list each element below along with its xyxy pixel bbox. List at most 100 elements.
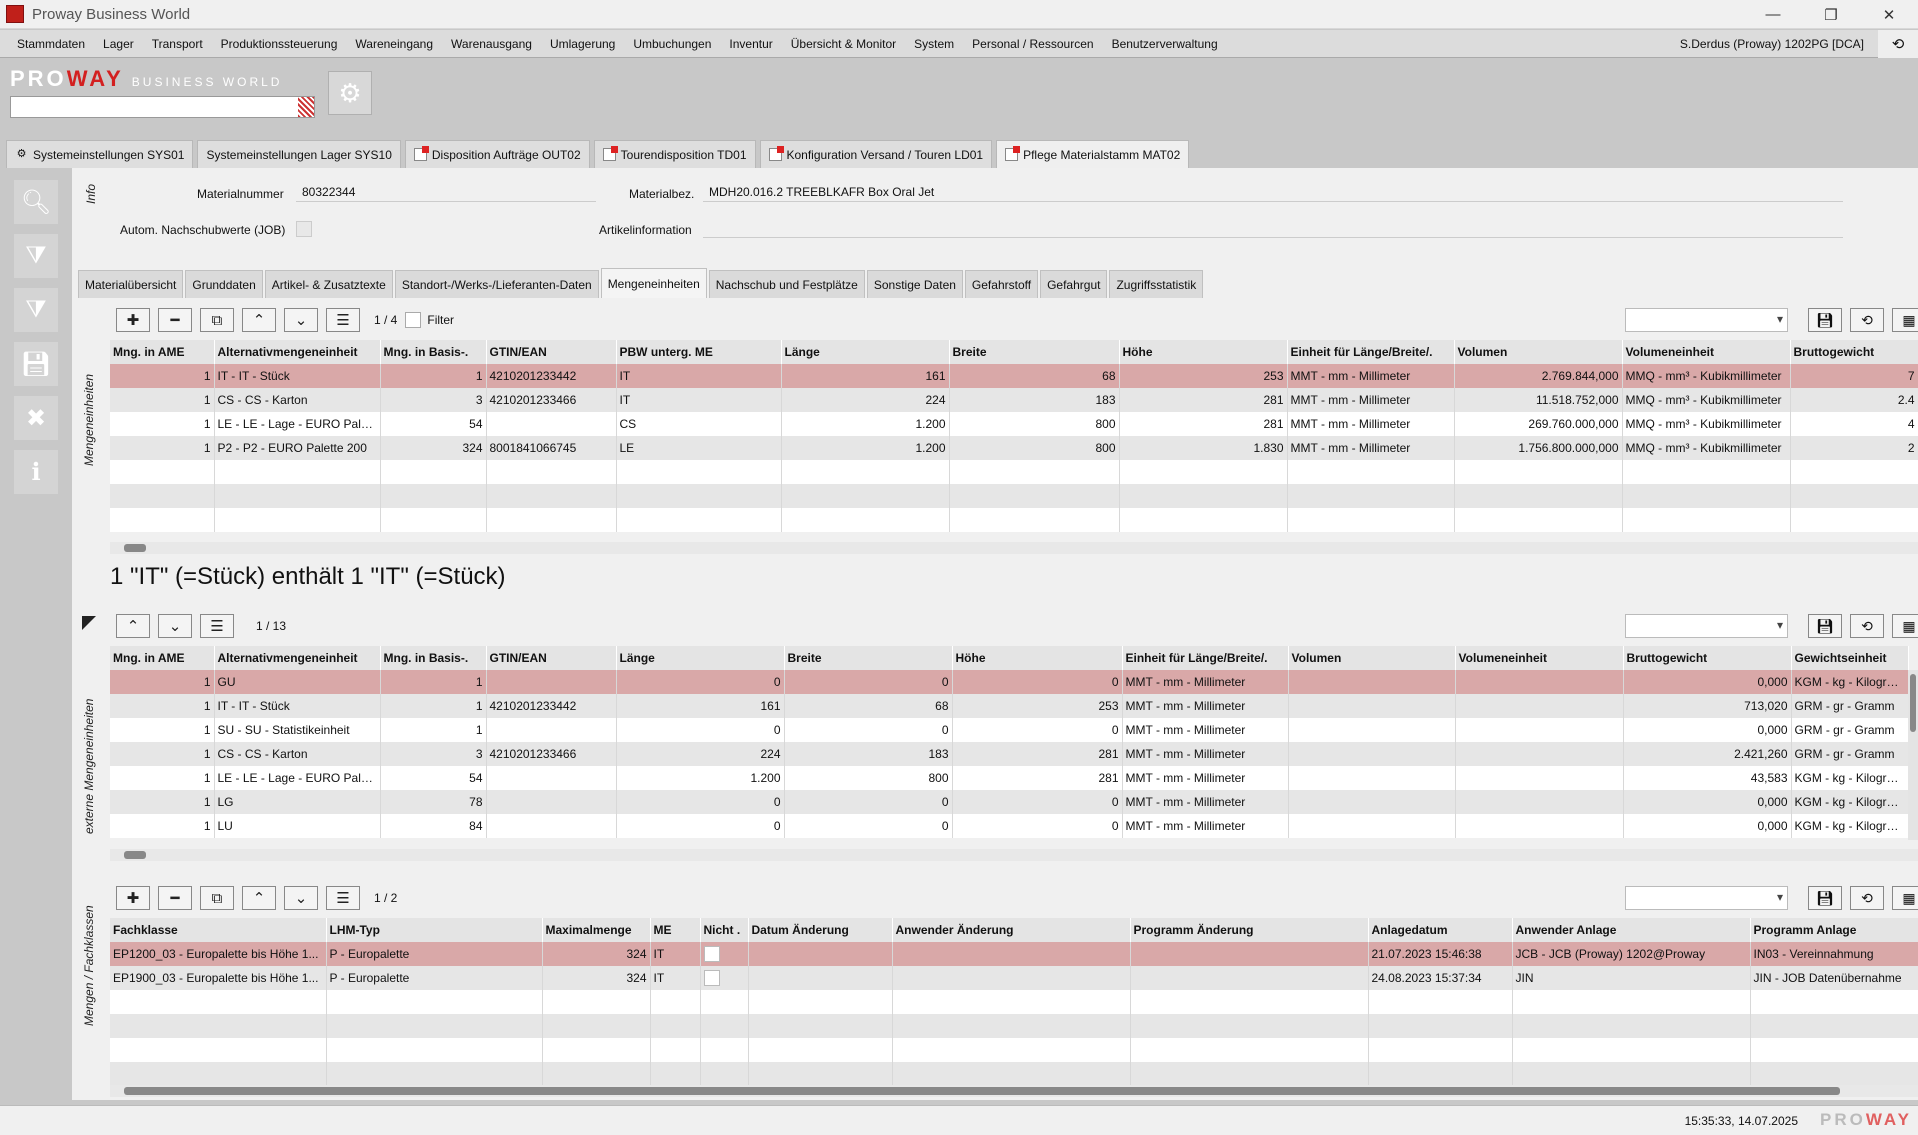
- table-cell[interactable]: KGM - kg - Kilogramm: [1791, 670, 1909, 694]
- column-header[interactable]: Gewichtseinheit: [1791, 646, 1909, 670]
- table-cell[interactable]: [1622, 460, 1791, 484]
- table-cell[interactable]: 7: [1790, 364, 1918, 388]
- table-cell[interactable]: [486, 766, 617, 790]
- table-cell[interactable]: 2.769.844,000: [1454, 364, 1623, 388]
- column-header[interactable]: Mng. in AME: [110, 340, 215, 364]
- table-cell[interactable]: 324: [542, 942, 651, 966]
- table-cell[interactable]: [1750, 1062, 1918, 1086]
- table-cell[interactable]: 68: [784, 694, 953, 718]
- layout-select[interactable]: [1625, 614, 1788, 638]
- table-cell[interactable]: [542, 1038, 651, 1062]
- subtab-materialuebersicht[interactable]: Materialübersicht: [78, 270, 184, 298]
- table-cell[interactable]: 183: [949, 388, 1120, 412]
- table-cell[interactable]: [1512, 1014, 1751, 1038]
- filter-edit-icon[interactable]: ⧩: [14, 288, 58, 332]
- refresh-icon[interactable]: ⟲: [1878, 30, 1918, 58]
- table-cell[interactable]: JIN: [1512, 966, 1751, 990]
- table-cell[interactable]: 224: [781, 388, 950, 412]
- table-cell[interactable]: [214, 508, 381, 532]
- layout-select[interactable]: [1625, 886, 1788, 910]
- table-cell[interactable]: MMQ - mm³ - Kubikmillimeter: [1622, 436, 1791, 460]
- menu-umlagerung[interactable]: Umlagerung: [541, 37, 624, 51]
- table-cell[interactable]: GRM - gr - Gramm: [1791, 742, 1909, 766]
- table-row[interactable]: 1 IT - IT - Stück 1 4210201233442 IT 161 68 253…: [110, 364, 1918, 388]
- table-cell[interactable]: 43,583: [1623, 766, 1792, 790]
- table-cell[interactable]: [380, 508, 487, 532]
- table-cell[interactable]: 0: [952, 814, 1123, 838]
- table-cell[interactable]: [1288, 694, 1456, 718]
- table-cell[interactable]: MMT - mm - Millimeter: [1122, 694, 1289, 718]
- table-cell[interactable]: 0: [952, 670, 1123, 694]
- table-cell[interactable]: 0: [784, 790, 953, 814]
- reload-icon[interactable]: ⟲: [1850, 308, 1884, 332]
- table-cell[interactable]: 269.760.000,000: [1454, 412, 1623, 436]
- table-cell[interactable]: 1: [110, 364, 215, 388]
- table-cell[interactable]: 1: [110, 388, 215, 412]
- table-cell[interactable]: 54: [380, 412, 487, 436]
- table-cell[interactable]: GU: [214, 670, 381, 694]
- table-cell[interactable]: [949, 508, 1120, 532]
- table-cell[interactable]: [700, 1062, 749, 1086]
- table-cell[interactable]: [110, 1062, 327, 1086]
- search-icon[interactable]: 🔍︎: [14, 180, 58, 224]
- expand-button[interactable]: ⌄: [284, 886, 318, 910]
- row-checkbox[interactable]: [703, 946, 720, 962]
- menu-personal-ressourcen[interactable]: Personal / Ressourcen: [963, 37, 1102, 51]
- table-cell[interactable]: [1455, 742, 1624, 766]
- tab-mat02[interactable]: Pflege Materialstamm MAT02: [996, 140, 1190, 168]
- column-header[interactable]: Volumeneinheit: [1455, 646, 1624, 670]
- table-cell[interactable]: P - Europalette: [326, 942, 543, 966]
- table-cell[interactable]: [486, 718, 617, 742]
- table-row[interactable]: 1 CS - CS - Karton 3 4210201233466 IT 224 183 2…: [110, 388, 1918, 412]
- subtab-standort-daten[interactable]: Standort-/Werks-/Lieferanten-Daten: [394, 270, 599, 298]
- table-cell[interactable]: P2 - P2 - EURO Palette 200: [214, 436, 381, 460]
- table-cell[interactable]: 1: [110, 436, 215, 460]
- table-cell[interactable]: MMQ - mm³ - Kubikmillimeter: [1622, 364, 1791, 388]
- column-header[interactable]: Einheit für Länge/Breite/.: [1287, 340, 1455, 364]
- delete-row-button[interactable]: ━: [158, 308, 192, 332]
- table-cell[interactable]: [1455, 790, 1624, 814]
- columns-icon[interactable]: ▦: [1892, 886, 1918, 910]
- menu-umbuchungen[interactable]: Umbuchungen: [624, 37, 720, 51]
- table-cell[interactable]: [781, 460, 950, 484]
- column-header[interactable]: Alternativmengeneinheit: [214, 340, 381, 364]
- table-cell[interactable]: [1130, 1038, 1369, 1062]
- tab-ld01[interactable]: Konfiguration Versand / Touren LD01: [759, 140, 993, 168]
- subtab-artikeltexte[interactable]: Artikel- & Zusatztexte: [264, 270, 393, 298]
- table-row[interactable]: 1 LE - LE - Lage - EURO Palette 54 CS 1.200 8…: [110, 412, 1918, 436]
- table-cell[interactable]: [214, 460, 381, 484]
- column-header[interactable]: Programm Anlage: [1750, 918, 1918, 942]
- table-cell[interactable]: 324: [380, 436, 487, 460]
- table-cell[interactable]: [1512, 1038, 1751, 1062]
- table-cell[interactable]: [1455, 814, 1624, 838]
- table-cell[interactable]: [1455, 670, 1624, 694]
- table-cell[interactable]: [326, 990, 543, 1014]
- menu-warenausgang[interactable]: Warenausgang: [442, 37, 541, 51]
- table-cell[interactable]: 21.07.2023 15:46:38: [1368, 942, 1513, 966]
- table-cell[interactable]: [748, 990, 893, 1014]
- tab-sys01[interactable]: ⚙ Systemeinstellungen SYS01: [6, 140, 194, 168]
- subtab-gefahrstoff[interactable]: Gefahrstoff: [964, 270, 1039, 298]
- save-layout-icon[interactable]: 💾︎: [1808, 886, 1842, 910]
- table-cell[interactable]: LE - LE - Lage - EURO Palette: [214, 412, 381, 436]
- panel1-hscrollbar[interactable]: [110, 542, 1918, 554]
- column-header[interactable]: Maximalmenge: [542, 918, 651, 942]
- table-cell[interactable]: 0: [952, 790, 1123, 814]
- table-cell[interactable]: 1: [380, 718, 487, 742]
- table-cell[interactable]: 2.421,260: [1623, 742, 1792, 766]
- table-cell[interactable]: [1288, 718, 1456, 742]
- table-cell[interactable]: [1119, 484, 1288, 508]
- table-cell[interactable]: [949, 460, 1120, 484]
- table-cell[interactable]: 1: [110, 670, 215, 694]
- table-row[interactable]: 1 CS - CS - Karton 3 4210201233466 224 183 281…: [110, 742, 1909, 766]
- table-cell[interactable]: [1287, 460, 1455, 484]
- table-cell[interactable]: 8001841066745: [486, 436, 617, 460]
- layout-select[interactable]: [1625, 308, 1788, 332]
- table-cell[interactable]: [1288, 670, 1456, 694]
- table-cell[interactable]: [1368, 1038, 1513, 1062]
- table-cell[interactable]: [616, 508, 782, 532]
- table-cell[interactable]: [700, 1038, 749, 1062]
- table-cell[interactable]: [486, 412, 617, 436]
- table-cell[interactable]: 1.200: [781, 436, 950, 460]
- table-cell[interactable]: MMQ - mm³ - Kubikmillimeter: [1622, 388, 1791, 412]
